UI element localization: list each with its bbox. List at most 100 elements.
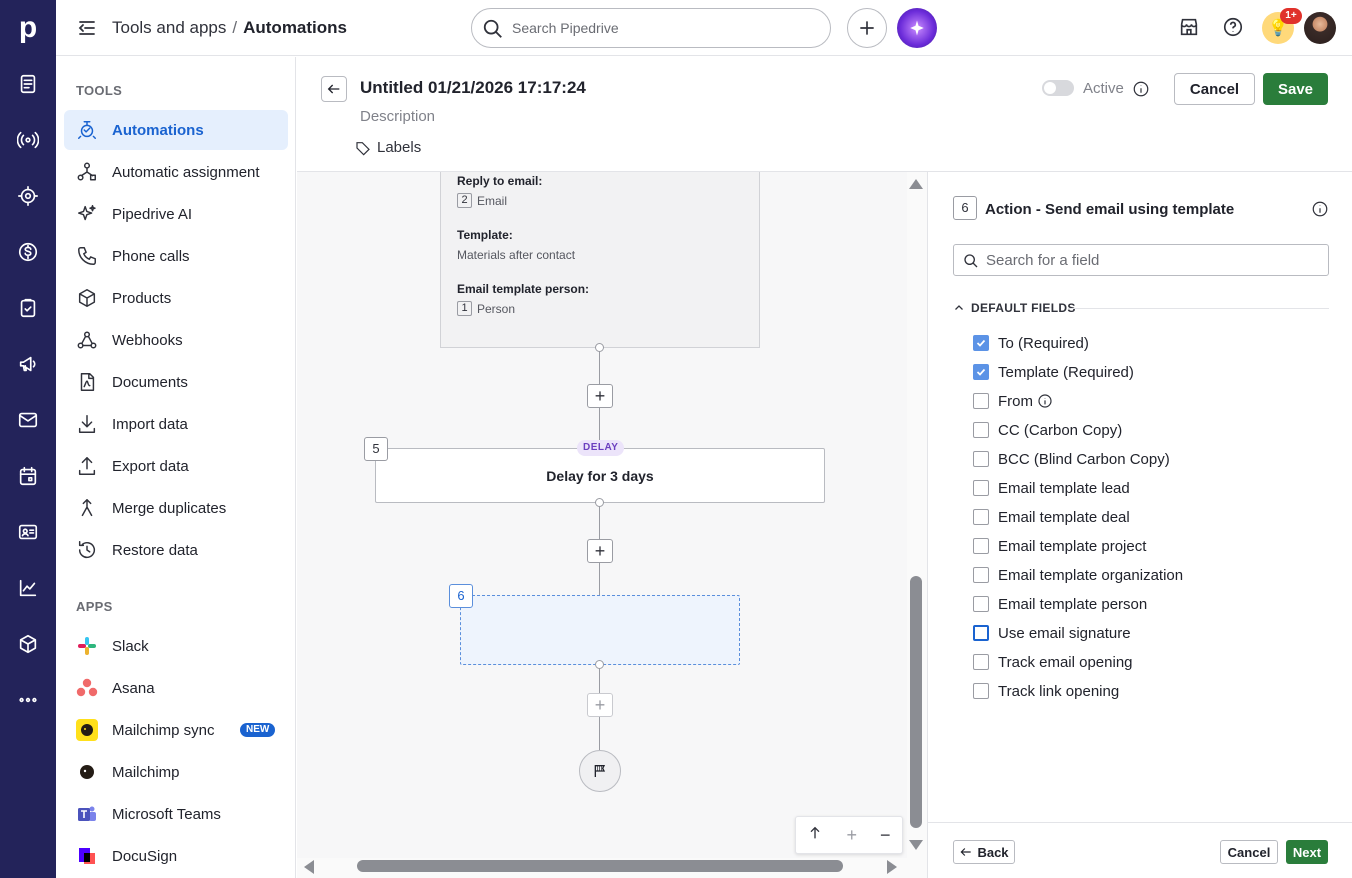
sidebar-item-documents[interactable]: Documents (64, 362, 288, 402)
next-button[interactable]: Next (1286, 840, 1328, 864)
global-search-input[interactable]: Search Pipedrive (471, 8, 831, 48)
breadcrumb-parent[interactable]: Tools and apps (112, 18, 226, 37)
checkbox[interactable] (973, 567, 989, 583)
panel-cancel-button[interactable]: Cancel (1220, 840, 1278, 864)
workflow-canvas[interactable]: Reply to email: 2 Email Template: Materia… (297, 172, 927, 878)
campaigns-icon[interactable] (16, 128, 40, 152)
sidebar-item-docusign[interactable]: DocuSign (64, 836, 288, 876)
field-option-row[interactable]: Email template organization (973, 565, 1183, 585)
products-icon[interactable] (16, 632, 40, 656)
workflow-title[interactable]: Untitled 01/21/2026 17:17:24 (360, 78, 586, 98)
help-icon[interactable] (1222, 16, 1246, 40)
checkbox[interactable] (973, 451, 989, 467)
finish-flag-icon (579, 750, 621, 792)
checkbox[interactable] (973, 422, 989, 438)
sidebar-item-merge-duplicates[interactable]: Merge duplicates (64, 488, 288, 528)
scroll-down-icon[interactable] (909, 840, 923, 850)
sidebar-item-label: Pipedrive AI (112, 205, 193, 223)
delay-step-card[interactable]: Delay for 3 days (375, 448, 825, 503)
leads-icon[interactable] (16, 72, 40, 96)
zoom-in-icon[interactable]: + (846, 825, 857, 846)
new-action-step-card[interactable] (460, 595, 740, 665)
field-option-row[interactable]: CC (Carbon Copy) (973, 420, 1122, 440)
sidebar-item-import-data[interactable]: Import data (64, 404, 288, 444)
sidebar-item-automatic-assignment[interactable]: Automatic assignment (64, 152, 288, 192)
deals-icon[interactable] (16, 184, 40, 208)
vertical-scroll-thumb[interactable] (910, 576, 922, 828)
field-option-row[interactable]: Track email opening (973, 652, 1133, 672)
insights-icon[interactable] (16, 576, 40, 600)
back-button[interactable] (321, 76, 347, 102)
calendar-icon[interactable] (16, 464, 40, 488)
more-icon[interactable] (16, 688, 40, 712)
quick-add-button[interactable] (847, 8, 887, 48)
checkbox-checked[interactable] (973, 364, 989, 380)
field-option-row[interactable]: BCC (Blind Carbon Copy) (973, 449, 1170, 469)
megaphone-icon[interactable] (16, 352, 40, 376)
labels-button[interactable]: Labels (355, 139, 421, 156)
scroll-up-icon[interactable] (909, 179, 923, 189)
default-fields-toggle[interactable]: DEFAULT FIELDS (953, 301, 1076, 315)
sidebar-item-webhooks[interactable]: Webhooks (64, 320, 288, 360)
field-option-row[interactable]: Track link opening (973, 681, 1119, 701)
checkbox-checked[interactable] (973, 335, 989, 351)
checkbox[interactable] (973, 654, 989, 670)
info-icon[interactable] (1311, 200, 1329, 218)
marketplace-icon[interactable] (1178, 16, 1202, 40)
scroll-left-icon[interactable] (304, 860, 314, 874)
tasks-icon[interactable] (16, 296, 40, 320)
send-email-step-card[interactable]: Reply to email: 2 Email Template: Materia… (440, 172, 760, 348)
contacts-icon[interactable] (16, 520, 40, 544)
add-step-button[interactable]: + (587, 539, 613, 563)
field-search-input[interactable]: Search for a field (953, 244, 1329, 276)
ai-assistant-button[interactable] (897, 8, 937, 48)
checkbox[interactable] (973, 538, 989, 554)
horizontal-scroll-thumb[interactable] (357, 860, 843, 872)
user-avatar[interactable] (1304, 12, 1336, 44)
sidebar-item-asana[interactable]: Asana (64, 668, 288, 708)
sidebar-item-mailchimp[interactable]: Mailchimp (64, 752, 288, 792)
asana-icon (76, 677, 98, 699)
field-option-row[interactable]: Use email signature (973, 623, 1131, 643)
add-step-button-disabled[interactable]: + (587, 693, 613, 717)
sidebar-item-pipedrive-ai[interactable]: Pipedrive AI (64, 194, 288, 234)
field-option-row[interactable]: Template (Required) (973, 362, 1134, 382)
sidebar-item-phone-calls[interactable]: Phone calls (64, 236, 288, 276)
scroll-to-top-icon[interactable] (807, 825, 823, 846)
field-option-row[interactable]: From (973, 391, 1053, 411)
back-button[interactable]: Back (953, 840, 1015, 864)
merge-icon (76, 497, 98, 519)
checkbox[interactable] (973, 683, 989, 699)
zoom-out-icon[interactable]: − (880, 825, 891, 846)
checkbox[interactable] (973, 596, 989, 612)
scroll-right-icon[interactable] (887, 860, 897, 874)
dollar-icon[interactable] (16, 240, 40, 264)
workflow-description[interactable]: Description (360, 108, 435, 125)
info-icon[interactable] (1132, 80, 1150, 98)
collapse-menu-icon[interactable] (76, 16, 100, 40)
field-option-row[interactable]: Email template project (973, 536, 1146, 556)
field-option-row[interactable]: Email template person (973, 594, 1147, 614)
sidebar-item-automations[interactable]: Automations (64, 110, 288, 150)
connector-dot (595, 343, 604, 352)
sidebar-item-mailchimp-sync[interactable]: Mailchimp sync NEW (64, 710, 288, 750)
sidebar-item-slack[interactable]: Slack (64, 626, 288, 666)
checkbox[interactable] (973, 480, 989, 496)
save-button[interactable]: Save (1263, 73, 1328, 105)
sidebar-item-export-data[interactable]: Export data (64, 446, 288, 486)
field-option-row[interactable]: To (Required) (973, 333, 1089, 353)
cancel-button[interactable]: Cancel (1174, 73, 1255, 105)
checkbox[interactable] (973, 393, 989, 409)
sidebar-item-restore-data[interactable]: Restore data (64, 530, 288, 570)
sidebar-item-products[interactable]: Products (64, 278, 288, 318)
field-option-row[interactable]: Email template lead (973, 478, 1130, 498)
mail-icon[interactable] (16, 408, 40, 432)
field-option-row[interactable]: Email template deal (973, 507, 1130, 527)
sidebar-item-microsoft-teams[interactable]: Microsoft Teams (64, 794, 288, 834)
info-icon[interactable] (1037, 393, 1053, 409)
checkbox[interactable] (973, 625, 989, 641)
active-toggle[interactable] (1042, 80, 1074, 96)
add-step-button[interactable]: + (587, 384, 613, 408)
pipedrive-logo[interactable]: p (14, 12, 42, 44)
checkbox[interactable] (973, 509, 989, 525)
